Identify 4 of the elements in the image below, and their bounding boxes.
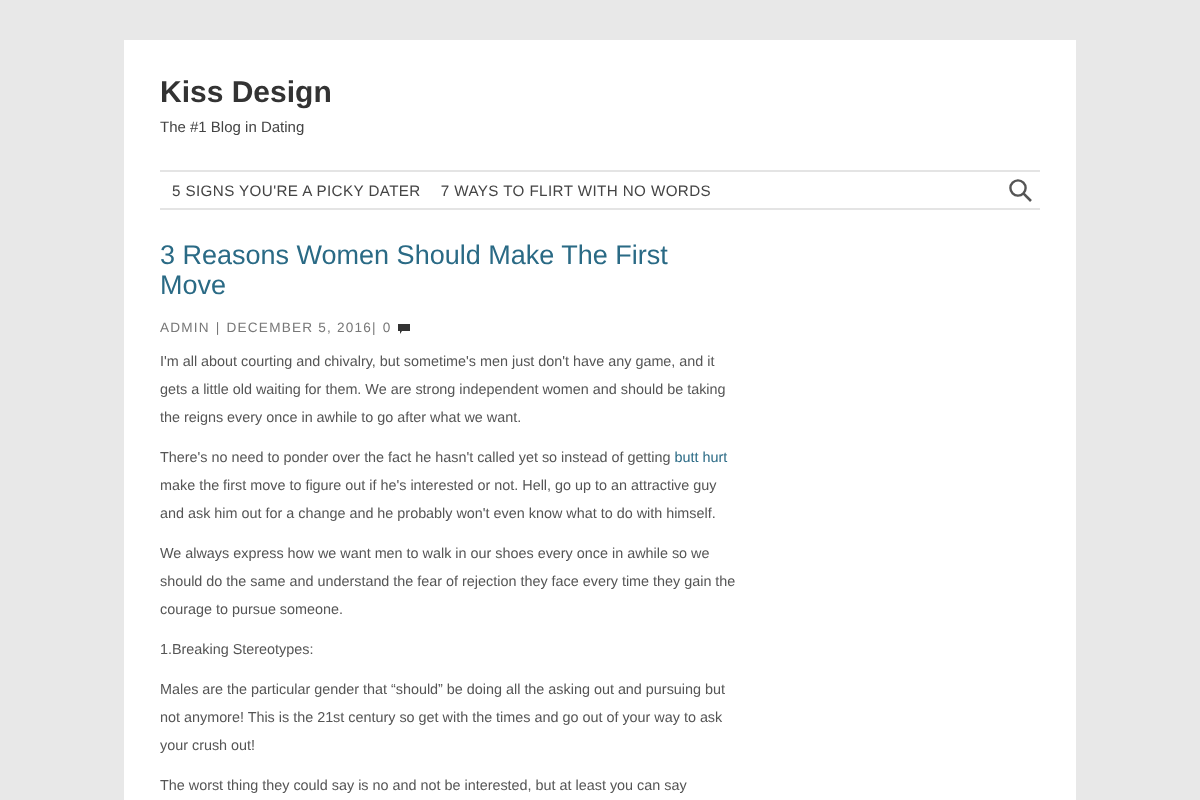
- site-title[interactable]: Kiss Design: [160, 76, 1076, 112]
- search-icon[interactable]: [1008, 178, 1032, 202]
- post-title[interactable]: 3 Reasons Women Should Make The First Move: [160, 240, 730, 300]
- comment-icon[interactable]: [397, 324, 410, 334]
